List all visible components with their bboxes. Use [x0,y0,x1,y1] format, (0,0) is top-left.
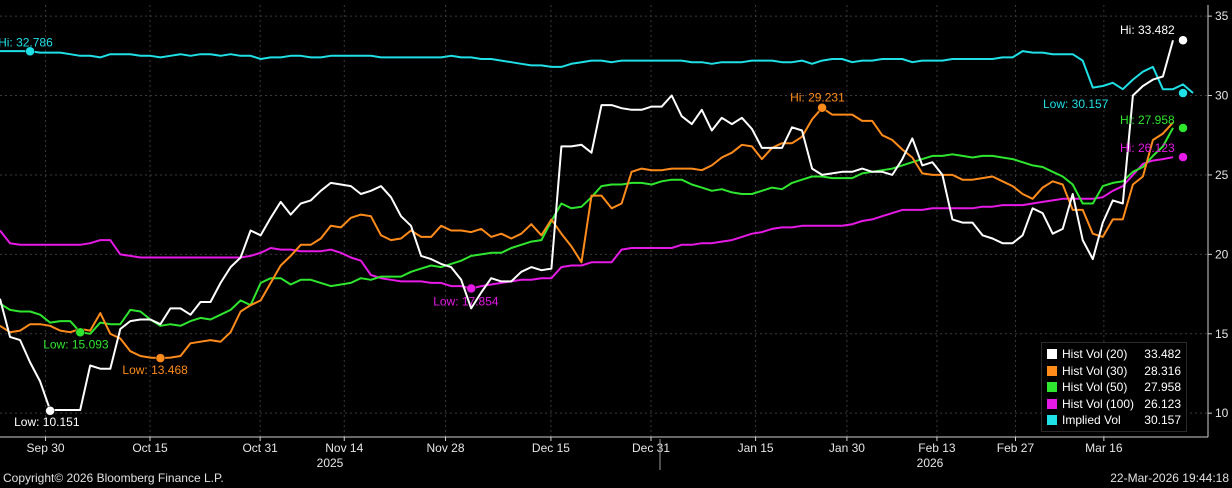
annotation-label: Hi: 33.482 [1120,23,1175,37]
copyright-text: Copyright© 2026 Bloomberg Finance L.P. [3,471,224,485]
annotation-marker [466,283,476,294]
legend-series-name: Hist Vol (100) [1062,396,1135,411]
x-tick-label: Jan 30 [829,441,865,455]
annotation-marker [1178,35,1188,45]
annotation-label: Hi: 29.231 [790,91,845,105]
timestamp-text: 22-Mar-2026 19:44:18 [1110,471,1229,485]
legend-series-name: Hist Vol (20) [1062,347,1128,361]
x-tick-label: Feb 27 [997,441,1035,455]
annotation-label: Low: 10.151 [14,415,80,429]
annotations: Hi: 32.786 Hi: 33.482 Hi: 29.231 Hi: 27.958… [0,23,1188,429]
annotation-marker [75,327,85,338]
annotation-marker [1178,88,1188,98]
year-label: 2026 [917,456,944,470]
legend-swatch [1047,365,1057,376]
annotation-label: Low: 15.093 [43,337,109,351]
x-tick-label: Jan 15 [738,441,774,455]
legend-series-value: 27.958 [1144,380,1181,394]
annotation-marker [155,353,166,363]
legend-series-value: 33.482 [1144,347,1181,361]
series-line-hist-vol-30 [0,106,1174,360]
annotation-label: Hi: 27.958 [1120,113,1175,127]
x-tick-label: Dec 15 [532,441,570,455]
legend-item: Hist Vol (50) 27.958 [1047,379,1181,395]
legend-series-value: 26.123 [1144,396,1181,411]
legend-item: Hist Vol (100) 26.123 [1047,396,1181,412]
legend-series-value: 28.316 [1144,363,1181,378]
annotation-marker [1178,152,1188,162]
legend-swatch [1047,382,1057,392]
y-tick-label: 20 [1215,247,1229,261]
legend: Hist Vol (20) 33.482 Hist Vol (30) 28.316 Hi… [1041,342,1187,432]
y-tick-label: 10 [1215,406,1229,420]
x-tick-label: Oct 31 [242,441,278,455]
legend-item: Implied Vol 30.157 [1047,412,1181,428]
y-tick-label: 15 [1215,327,1229,341]
y-tick-label: 25 [1215,168,1229,182]
annotation-marker [1178,123,1188,133]
x-tick-label: Nov 14 [325,441,363,455]
x-tick-label: Sep 30 [27,441,65,455]
legend-swatch [1047,349,1057,359]
x-tick-label: Nov 28 [427,441,465,455]
y-tick-label: 30 [1215,89,1229,103]
annotation-label: Low: 17.854 [433,294,499,308]
legend-item: Hist Vol (30) 28.316 [1047,363,1181,379]
series-line-implied-vol [0,50,1194,94]
year-label: 2025 [317,456,344,470]
legend-swatch [1047,398,1057,409]
annotation-label: Low: 13.468 [122,363,188,377]
annotation-label: Hi: 32.786 [0,35,53,49]
x-tick-label: Mar 16 [1085,441,1123,455]
legend-item: Hist Vol (20) 33.482 [1047,346,1181,362]
legend-series-name: Hist Vol (30) [1062,363,1128,378]
x-tick-label: Feb 13 [918,441,956,455]
x-tick-label: Oct 15 [132,441,168,455]
annotation-label: Hi: 26.123 [1120,141,1175,155]
legend-series-name: Hist Vol (50) [1062,380,1128,394]
legend-series-value: 30.157 [1144,413,1181,427]
x-tick-label: Dec 31 [632,441,670,455]
legend-series-name: Implied Vol [1062,413,1121,427]
annotation-label: Low: 30.157 [1043,97,1109,111]
legend-swatch [1047,415,1057,425]
y-tick-label: 35 [1215,9,1229,23]
